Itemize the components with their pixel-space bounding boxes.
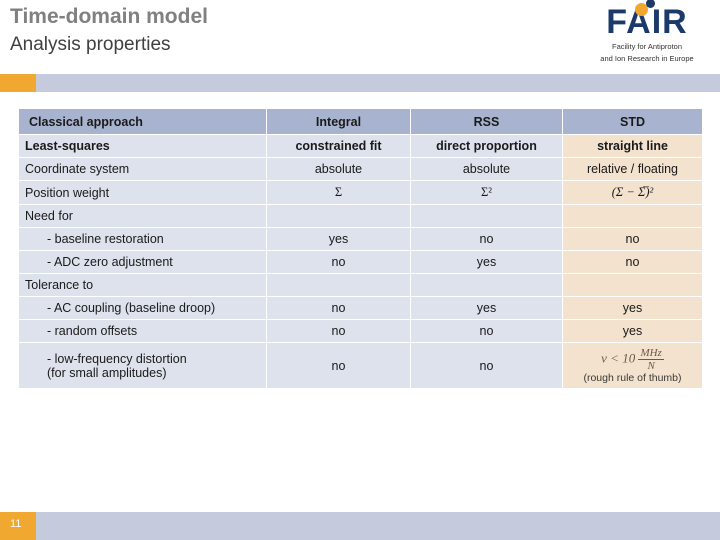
page-title: Time-domain model: [10, 5, 208, 28]
row-label: - low-frequency distortion (for small am…: [18, 342, 267, 389]
cell-integral: no: [266, 319, 411, 343]
cell-rss: yes: [410, 296, 563, 320]
cell-std: yes: [562, 319, 703, 343]
row-label: - baseline restoration: [18, 227, 267, 251]
formula-note: (rough rule of thumb): [583, 372, 682, 384]
cell-std: yes: [562, 296, 703, 320]
cell-integral: yes: [266, 227, 411, 251]
cell-integral: Σ: [266, 180, 411, 205]
cell-std: no: [562, 227, 703, 251]
slide-footer: 11: [0, 512, 720, 540]
logo-subtitle-line2: and Ion Research in Europe: [600, 54, 694, 63]
cell-std: no: [562, 250, 703, 274]
cell-std: (Σ − Σ̅)²: [562, 180, 703, 205]
cell-std: [562, 273, 703, 297]
cell-rss: yes: [410, 250, 563, 274]
table-row: - low-frequency distortion (for small am…: [18, 342, 703, 389]
formula-expression: ν < 10 MHz N: [601, 347, 664, 372]
row-label: Coordinate system: [18, 157, 267, 181]
table-row: - AC coupling (baseline droop) no yes ye…: [18, 296, 703, 320]
cell-rss: [410, 204, 563, 228]
row-label: Position weight: [18, 180, 267, 205]
cell-integral: [266, 273, 411, 297]
table-row: Need for: [18, 204, 703, 228]
table-row: - random offsets no no yes: [18, 319, 703, 343]
row-label: - AC coupling (baseline droop): [18, 296, 267, 320]
cell-rss: no: [410, 227, 563, 251]
table-row: Coordinate system absolute absolute rela…: [18, 157, 703, 181]
page-subtitle: Analysis properties: [10, 34, 171, 55]
row-label: Tolerance to: [18, 273, 267, 297]
column-header-approach: Classical approach: [18, 108, 267, 135]
table-header-row: Classical approach Integral RSS STD: [18, 108, 703, 135]
cell-rss: no: [410, 319, 563, 343]
footer-band: [36, 512, 720, 540]
row-label-line2: (for small amplitudes): [47, 365, 167, 380]
cell-std-formula: ν < 10 MHz N (rough rule of thumb): [562, 342, 703, 389]
cell-integral: no: [266, 250, 411, 274]
row-label: - random offsets: [18, 319, 267, 343]
cell-rss: absolute: [410, 157, 563, 181]
cell-std: straight line: [562, 134, 703, 158]
table-row: Least-squares constrained fit direct pro…: [18, 134, 703, 158]
cell-rss: [410, 273, 563, 297]
cell-integral: constrained fit: [266, 134, 411, 158]
header-band: [0, 74, 720, 92]
column-header-std: STD: [562, 108, 703, 135]
cell-std: relative / floating: [562, 157, 703, 181]
table-row: - ADC zero adjustment no yes no: [18, 250, 703, 274]
cell-integral: [266, 204, 411, 228]
row-label: Need for: [18, 204, 267, 228]
logo-subtitle-line1: Facility for Antiproton: [611, 42, 683, 51]
cell-integral: no: [266, 342, 411, 389]
title-block: Time-domain model Analysis properties: [10, 4, 208, 58]
page-number: 11: [10, 518, 22, 530]
cell-rss: direct proportion: [410, 134, 563, 158]
row-label: Least-squares: [18, 134, 267, 158]
row-label-line1: - low-frequency distortion: [47, 351, 187, 366]
cell-integral: no: [266, 296, 411, 320]
comparison-table: Classical approach Integral RSS STD Leas…: [18, 108, 703, 389]
cell-std: [562, 204, 703, 228]
table-row: Position weight Σ Σ² (Σ − Σ̅)²: [18, 180, 703, 205]
header-band-blue: [36, 74, 720, 92]
fair-logo: FAIR Facility for Antiproton and Ion Res…: [582, 0, 712, 64]
table-row: - baseline restoration yes no no: [18, 227, 703, 251]
cell-rss: no: [410, 342, 563, 389]
column-header-integral: Integral: [266, 108, 411, 135]
header-band-accent: [0, 74, 36, 92]
cell-rss: Σ²: [410, 180, 563, 205]
row-label: - ADC zero adjustment: [18, 250, 267, 274]
column-header-rss: RSS: [410, 108, 563, 135]
table-row: Tolerance to: [18, 273, 703, 297]
cell-integral: absolute: [266, 157, 411, 181]
logo-wordmark: FAIR: [606, 0, 687, 40]
